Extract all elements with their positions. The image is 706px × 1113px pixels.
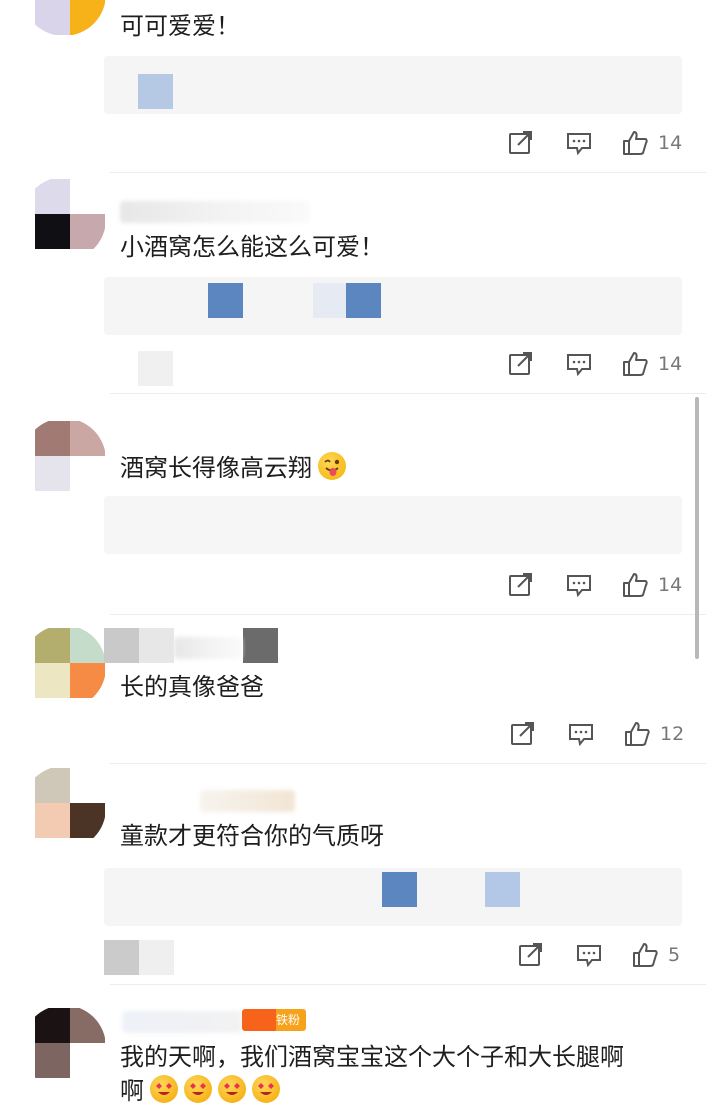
avatar[interactable] xyxy=(22,0,106,36)
drooling-heart-emoji xyxy=(252,1075,280,1103)
mosaic-patch xyxy=(243,628,278,663)
action-bar: 5 xyxy=(510,942,700,972)
reply-preview[interactable] xyxy=(104,496,682,554)
username[interactable] xyxy=(174,637,242,659)
share-icon[interactable] xyxy=(508,351,534,377)
comment-icon[interactable] xyxy=(566,351,592,377)
mosaic-patch xyxy=(139,940,174,975)
comment-text: 酒窝长得像高云翔 xyxy=(120,452,682,484)
comment-text-label: 啊 xyxy=(120,1077,144,1105)
thumbs-up-icon[interactable] xyxy=(622,130,648,156)
comment-text-line: 我的天啊，我们酒窝宝宝这个大个子和大长腿啊 xyxy=(120,1043,624,1071)
reply-preview[interactable] xyxy=(104,56,682,114)
drooling-heart-emoji xyxy=(150,1075,178,1103)
action-bar: 12 xyxy=(502,721,702,751)
mosaic-patch xyxy=(138,351,173,386)
scrollbar[interactable] xyxy=(695,397,699,659)
thumbs-up-icon[interactable] xyxy=(632,942,658,968)
comment-text: 童款才更符合你的气质呀 xyxy=(120,822,384,850)
share-icon[interactable] xyxy=(510,721,536,747)
mosaic-patch xyxy=(139,628,174,663)
avatar[interactable] xyxy=(22,418,106,502)
username[interactable] xyxy=(200,790,295,812)
fan-badge: 铁粉 xyxy=(242,1009,307,1031)
drooling-heart-emoji xyxy=(218,1075,246,1103)
avatar[interactable] xyxy=(22,766,106,850)
like-count: 14 xyxy=(658,353,683,375)
comment-item: 酒窝长得像高云翔 14 xyxy=(0,394,706,614)
avatar[interactable] xyxy=(22,625,106,709)
action-bar: 14 xyxy=(500,130,700,160)
like-count: 12 xyxy=(660,723,685,745)
share-icon[interactable] xyxy=(508,130,534,156)
comment-text-line-2: 啊 xyxy=(120,1075,682,1107)
comment-text: 可可爱爱！ xyxy=(120,12,240,40)
like-count: 14 xyxy=(658,574,683,596)
avatar[interactable] xyxy=(22,1005,106,1089)
username[interactable] xyxy=(122,1011,242,1033)
comment-text: 我的天啊，我们酒窝宝宝这个大个子和大长腿啊 啊 xyxy=(120,1041,682,1107)
mosaic-patch xyxy=(104,940,139,975)
drooling-heart-emoji xyxy=(184,1075,212,1103)
winking-tongue-emoji xyxy=(318,452,346,480)
comment-icon[interactable] xyxy=(566,572,592,598)
comment-icon[interactable] xyxy=(568,721,594,747)
thumbs-up-icon[interactable] xyxy=(622,572,648,598)
comment-icon[interactable] xyxy=(576,942,602,968)
action-bar: 14 xyxy=(500,572,700,602)
comment-item: 可可爱爱！ 14 xyxy=(0,0,706,172)
avatar[interactable] xyxy=(22,177,106,261)
action-bar: 14 xyxy=(500,351,700,381)
comment-item: 童款才更符合你的气质呀 5 xyxy=(0,764,706,984)
comment-text-label: 酒窝长得像高云翔 xyxy=(120,454,312,482)
comment-text: 长的真像爸爸 xyxy=(120,673,264,701)
comment-item: 小酒窝怎么能这么可爱！ 14 xyxy=(0,173,706,393)
comment-icon[interactable] xyxy=(566,130,592,156)
thumbs-up-icon[interactable] xyxy=(622,351,648,377)
like-count: 14 xyxy=(658,132,683,154)
like-count: 5 xyxy=(668,944,681,966)
username[interactable] xyxy=(120,201,310,223)
share-icon[interactable] xyxy=(508,572,534,598)
mosaic-patch xyxy=(104,628,139,663)
reply-preview[interactable] xyxy=(104,277,682,335)
share-icon[interactable] xyxy=(518,942,544,968)
comment-item: 长的真像爸爸 12 xyxy=(0,615,706,763)
comment-text: 小酒窝怎么能这么可爱！ xyxy=(120,233,384,261)
comment-item: 铁粉 我的天啊，我们酒窝宝宝这个大个子和大长腿啊 啊 xyxy=(0,985,706,1113)
reply-preview[interactable] xyxy=(104,868,682,926)
thumbs-up-icon[interactable] xyxy=(624,721,650,747)
